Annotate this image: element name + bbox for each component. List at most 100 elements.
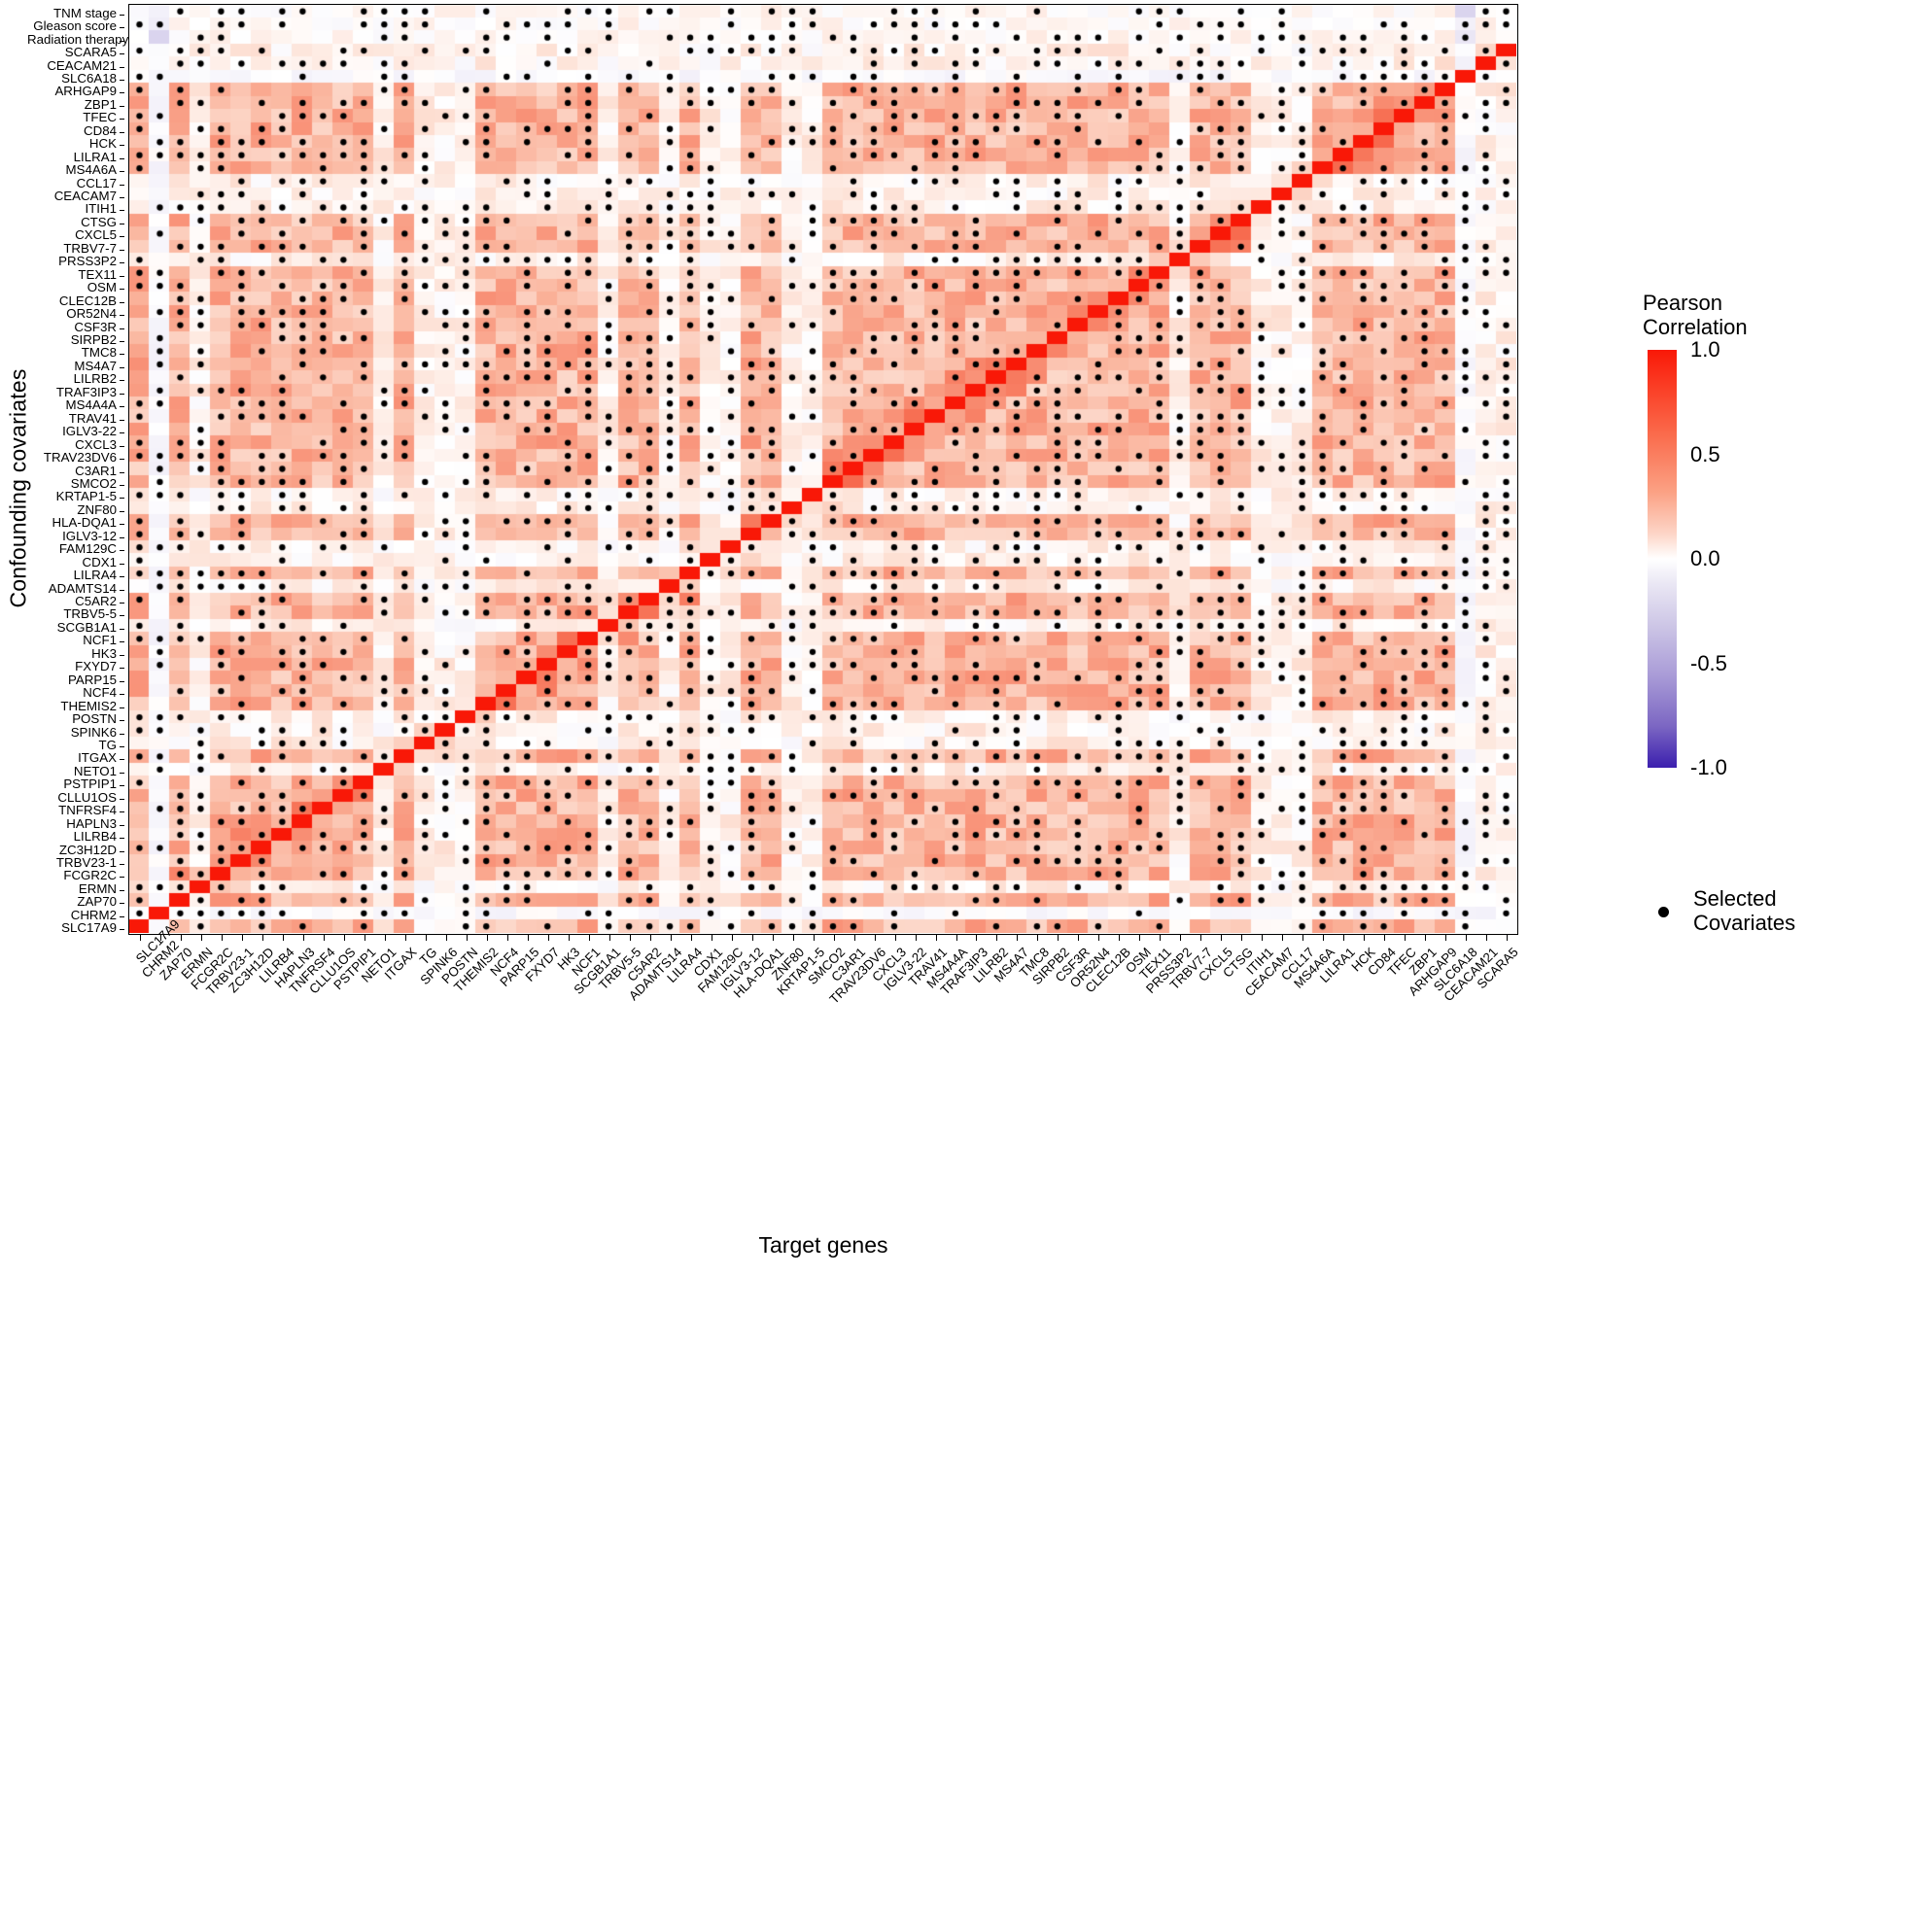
y-tick-mark (120, 249, 124, 251)
y-tick-label: CTSG (81, 214, 117, 229)
y-tick-mark (120, 877, 124, 879)
y-tick-label: CLEC12B (58, 293, 117, 308)
x-tick-mark (242, 935, 244, 941)
y-tick-mark (120, 563, 124, 565)
x-tick-mark (1078, 935, 1080, 941)
colorbar-tick-label: 0.0 (1690, 546, 1720, 570)
y-tick-label: TRAV23DV6 (43, 450, 117, 466)
y-tick-mark (120, 289, 124, 291)
y-tick-mark (120, 524, 124, 526)
y-tick-label: TNFRSF4 (58, 803, 117, 818)
x-tick-mark (302, 935, 304, 941)
y-tick-mark (120, 262, 124, 264)
x-tick-mark (1302, 935, 1304, 941)
y-tick-label: SLC6A18 (61, 70, 117, 86)
y-tick-label: Radiation therapy (27, 31, 129, 47)
x-tick-mark (608, 935, 610, 941)
y-tick-mark (120, 171, 124, 173)
x-tick-mark (404, 935, 406, 941)
y-tick-mark (120, 105, 124, 107)
y-tick-label: PRSS3P2 (58, 254, 117, 269)
y-tick-mark (120, 79, 124, 81)
y-tick-label: CCL17 (76, 175, 117, 190)
x-tick-mark (1098, 935, 1100, 941)
x-tick-mark (323, 935, 325, 941)
y-tick-mark (120, 210, 124, 212)
y-tick-label: TRBV7-7 (63, 240, 117, 256)
x-tick-mark (506, 935, 508, 941)
x-tick-mark (1507, 935, 1509, 941)
x-tick-mark (1262, 935, 1264, 941)
y-tick-label: TRAV41 (68, 410, 117, 426)
y-tick-label: IGLV3-12 (62, 528, 117, 543)
y-tick-mark (120, 92, 124, 94)
x-tick-mark (833, 935, 835, 941)
y-tick-mark (120, 680, 124, 682)
y-tick-mark (120, 197, 124, 199)
y-tick-mark (120, 484, 124, 486)
y-tick-label: MS4A6A (65, 162, 117, 178)
y-tick-mark (120, 929, 124, 931)
x-tick-mark (1343, 935, 1345, 941)
y-tick-mark (120, 301, 124, 303)
y-tick-mark (120, 915, 124, 917)
y-tick-label: SLC17A9 (61, 920, 117, 936)
y-tick-label: ZC3H12D (58, 842, 117, 857)
y-tick-label: PARP15 (67, 672, 117, 687)
y-tick-mark (120, 694, 124, 696)
y-tick-label: ARHGAP9 (54, 84, 117, 99)
y-tick-label: NETO1 (73, 763, 117, 778)
x-tick-mark (813, 935, 815, 941)
x-tick-mark (1241, 935, 1243, 941)
y-tick-label: NCF1 (83, 633, 117, 648)
y-tick-label: CEACAM21 (47, 57, 117, 73)
x-tick-mark (915, 935, 917, 941)
x-axis-tick-labels: SLC17A9 CHRM2 ZAP70 ERMN FCGR2C TRBV23-1 ZC3H1… (128, 916, 1521, 1226)
y-tick-mark (120, 759, 124, 761)
x-tick-mark (140, 935, 142, 941)
y-tick-label: MS4A4A (65, 397, 117, 413)
x-tick-mark (181, 935, 183, 941)
dot-legend-line1: Selected (1693, 886, 1777, 911)
x-tick-mark (649, 935, 651, 941)
y-tick-mark (120, 157, 124, 159)
y-tick-mark (120, 328, 124, 329)
y-tick-label: HAPLN3 (66, 815, 117, 831)
x-tick-mark (792, 935, 794, 941)
y-tick-mark (120, 432, 124, 434)
y-tick-mark (120, 40, 124, 42)
y-tick-mark (120, 850, 124, 852)
y-tick-mark (120, 589, 124, 591)
colorbar-tick-label: 0.5 (1690, 441, 1720, 466)
y-tick-mark (120, 53, 124, 55)
x-tick-mark (1180, 935, 1182, 941)
y-tick-label: KRTAP1-5 (55, 489, 117, 504)
y-tick-label: HCK (88, 136, 117, 152)
y-tick-label: OR52N4 (66, 306, 117, 322)
y-tick-label: TRBV5-5 (63, 606, 117, 622)
y-tick-mark (120, 668, 124, 670)
y-tick-mark (120, 838, 124, 840)
colorbar-tick-label: -1.0 (1690, 755, 1727, 779)
y-tick-label: CHRM2 (70, 907, 117, 922)
y-tick-label: CXCL3 (75, 436, 117, 452)
colorbar-legend: Pearson Correlation 1.0 0.5 0.0 -0.5 -1.0 (1643, 291, 1900, 779)
y-tick-mark (120, 445, 124, 447)
colorbar-title: Pearson Correlation (1643, 291, 1900, 339)
y-tick-label: SCGB1A1 (56, 619, 117, 635)
y-tick-mark (120, 536, 124, 538)
y-tick-label: TFEC (83, 110, 117, 125)
y-axis-tick-labels: TNM stage Gleason score Radiation therapy S… (27, 4, 128, 935)
x-tick-mark (853, 935, 855, 941)
x-tick-mark (670, 935, 672, 941)
y-tick-label: MS4A7 (74, 358, 117, 373)
y-tick-mark (120, 615, 124, 617)
x-tick-mark (935, 935, 937, 941)
y-tick-label: CDX1 (82, 554, 117, 569)
y-tick-label: HLA-DQA1 (52, 515, 117, 531)
y-tick-mark (120, 628, 124, 630)
x-tick-mark (384, 935, 386, 941)
y-tick-mark (120, 66, 124, 68)
y-tick-label: TNM stage (52, 5, 117, 20)
x-tick-mark (1323, 935, 1325, 941)
